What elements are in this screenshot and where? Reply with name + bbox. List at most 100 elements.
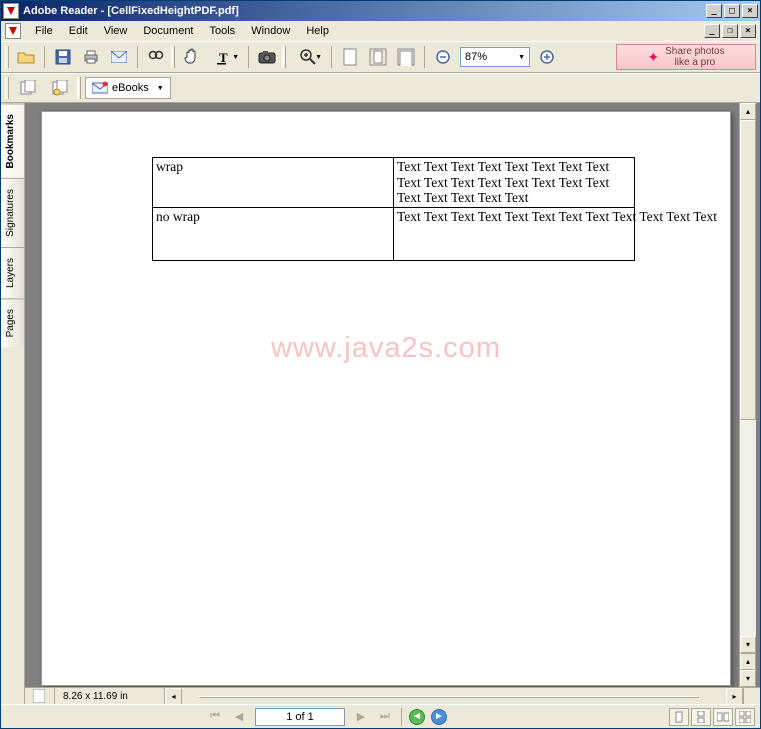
zoom-in-plus-button[interactable] bbox=[534, 44, 560, 70]
save-button[interactable] bbox=[50, 44, 76, 70]
secondary-toolbar: eBooks ▼ bbox=[1, 73, 760, 103]
cell-wrap-text: Text Text Text Text Text Text Text Text … bbox=[394, 158, 635, 208]
toolbar-grip[interactable] bbox=[282, 46, 286, 68]
actual-size-button[interactable] bbox=[337, 44, 363, 70]
menu-window[interactable]: Window bbox=[243, 23, 298, 39]
cell-wrap-label: wrap bbox=[153, 158, 394, 208]
search-button[interactable] bbox=[143, 44, 169, 70]
menu-tools[interactable]: Tools bbox=[202, 23, 244, 39]
sidebar-tab-signatures[interactable]: Signatures bbox=[1, 178, 24, 247]
watermark: www.java2s.com bbox=[271, 332, 501, 365]
window-title: Adobe Reader - [CellFixedHeightPDF.pdf] bbox=[23, 5, 704, 17]
app-icon bbox=[3, 3, 19, 19]
page-icon bbox=[33, 689, 45, 703]
sidebar-tab-pages[interactable]: Pages bbox=[1, 298, 24, 347]
page-size-label: 8.26 x 11.69 in bbox=[55, 688, 165, 704]
print-button[interactable] bbox=[78, 44, 104, 70]
next-page-button[interactable]: ▶ bbox=[350, 707, 372, 727]
mdi-restore-button[interactable]: ❐ bbox=[722, 24, 738, 38]
menu-bar: File Edit View Document Tools Window Hel… bbox=[1, 21, 760, 41]
toolbar-separator bbox=[137, 46, 138, 68]
open-button[interactable] bbox=[13, 44, 39, 70]
hscroll-right-button[interactable]: ▸ bbox=[726, 688, 743, 705]
nav-separator bbox=[401, 708, 402, 726]
snapshot-tool-button[interactable] bbox=[254, 44, 280, 70]
zoom-in-button[interactable]: ▼ bbox=[290, 44, 326, 70]
page-up-button[interactable]: ▴ bbox=[740, 653, 756, 670]
navigation-bar: ⏮ ◀ 1 of 1 ▶ ⏭ ◄ ► bbox=[1, 704, 760, 728]
toolbar-grip[interactable] bbox=[5, 46, 9, 68]
page-number-field[interactable]: 1 of 1 bbox=[255, 708, 345, 726]
menu-view[interactable]: View bbox=[96, 23, 136, 39]
chevron-down-icon: ▼ bbox=[232, 54, 239, 61]
maximize-button[interactable]: □ bbox=[724, 4, 740, 18]
cell-nowrap-label: no wrap bbox=[153, 207, 394, 260]
ebooks-icon bbox=[92, 81, 108, 95]
select-text-tool-button[interactable]: T ▼ bbox=[207, 44, 243, 70]
hscroll-left-button[interactable]: ◂ bbox=[165, 688, 182, 705]
page-of-label: 1 of 1 bbox=[286, 711, 314, 723]
page-down-button[interactable]: ▾ bbox=[740, 670, 756, 687]
table-row: no wrap Text Text Text Text Text Text Te… bbox=[153, 207, 635, 260]
toolbar-separator bbox=[44, 46, 45, 68]
ebooks-dropdown[interactable]: eBooks ▼ bbox=[85, 77, 171, 99]
zoom-out-button[interactable] bbox=[430, 44, 456, 70]
tool-button-a[interactable] bbox=[13, 76, 43, 100]
menu-help[interactable]: Help bbox=[298, 23, 337, 39]
promo-line1: Share photos bbox=[665, 46, 725, 57]
minimize-button[interactable]: _ bbox=[706, 4, 722, 18]
first-page-button[interactable]: ⏮ bbox=[204, 707, 226, 727]
ebooks-label: eBooks bbox=[112, 82, 149, 94]
vscroll-track[interactable] bbox=[740, 120, 756, 636]
zoom-value: 87% bbox=[465, 51, 487, 63]
fit-width-button[interactable] bbox=[393, 44, 419, 70]
cell-nowrap-text: Text Text Text Text Text Text Text Text … bbox=[394, 207, 635, 260]
hscroll-thumb[interactable] bbox=[199, 696, 699, 698]
document-viewport[interactable]: wrap Text Text Text Text Text Text Text … bbox=[25, 103, 760, 687]
toolbar-grip[interactable] bbox=[171, 46, 175, 68]
mdi-minimize-button[interactable]: _ bbox=[704, 24, 720, 38]
vscroll-thumb[interactable] bbox=[740, 120, 756, 420]
tool-button-b[interactable] bbox=[45, 76, 75, 100]
svg-text:T: T bbox=[219, 50, 228, 65]
vertical-scrollbar[interactable]: ▴ ▾ ▴ ▾ bbox=[739, 103, 756, 687]
forward-view-button[interactable]: ► bbox=[431, 709, 447, 725]
menu-edit[interactable]: Edit bbox=[61, 23, 96, 39]
toolbar-separator bbox=[248, 46, 249, 68]
chevron-down-icon: ▼ bbox=[157, 85, 164, 92]
facing-layout-button[interactable] bbox=[713, 708, 733, 726]
back-view-button[interactable]: ◄ bbox=[409, 709, 425, 725]
single-page-layout-button[interactable] bbox=[669, 708, 689, 726]
promo-banner[interactable]: ✦ Share photos like a pro bbox=[616, 44, 756, 70]
prev-page-button[interactable]: ◀ bbox=[228, 707, 250, 727]
fit-page-button[interactable] bbox=[365, 44, 391, 70]
document-wrap: wrap Text Text Text Text Text Text Text … bbox=[25, 103, 760, 704]
menu-document[interactable]: Document bbox=[135, 23, 201, 39]
scroll-down-button[interactable]: ▾ bbox=[740, 636, 756, 653]
close-button[interactable]: × bbox=[742, 4, 758, 18]
main-toolbar: T ▼ ▼ 87% ▼ ✦ Share photos like a pro bbox=[1, 41, 760, 73]
toolbar-separator bbox=[331, 46, 332, 68]
toolbar-separator bbox=[424, 46, 425, 68]
status-hscroll: 8.26 x 11.69 in ◂ ▸ bbox=[25, 687, 760, 704]
mdi-close-button[interactable]: × bbox=[740, 24, 756, 38]
last-page-button[interactable]: ⏭ bbox=[374, 707, 396, 727]
email-button[interactable] bbox=[106, 44, 132, 70]
document-icon bbox=[5, 23, 21, 39]
menu-file[interactable]: File bbox=[27, 23, 61, 39]
toolbar-grip[interactable] bbox=[5, 77, 9, 99]
status-icon-cell bbox=[25, 688, 55, 704]
continuous-layout-button[interactable] bbox=[691, 708, 711, 726]
hand-tool-button[interactable] bbox=[179, 44, 205, 70]
scroll-up-button[interactable]: ▴ bbox=[740, 103, 756, 120]
sidebar-tab-bookmarks[interactable]: Bookmarks bbox=[1, 103, 24, 178]
pdf-page: wrap Text Text Text Text Text Text Text … bbox=[41, 111, 731, 686]
content-table: wrap Text Text Text Text Text Text Text … bbox=[152, 157, 635, 261]
toolbar-grip[interactable] bbox=[77, 77, 81, 99]
chevron-down-icon: ▼ bbox=[518, 54, 525, 61]
star-icon: ✦ bbox=[647, 49, 659, 66]
sidebar-tab-layers[interactable]: Layers bbox=[1, 247, 24, 298]
zoom-level-field[interactable]: 87% ▼ bbox=[460, 47, 530, 67]
continuous-facing-layout-button[interactable] bbox=[735, 708, 755, 726]
chevron-down-icon: ▼ bbox=[315, 54, 322, 61]
